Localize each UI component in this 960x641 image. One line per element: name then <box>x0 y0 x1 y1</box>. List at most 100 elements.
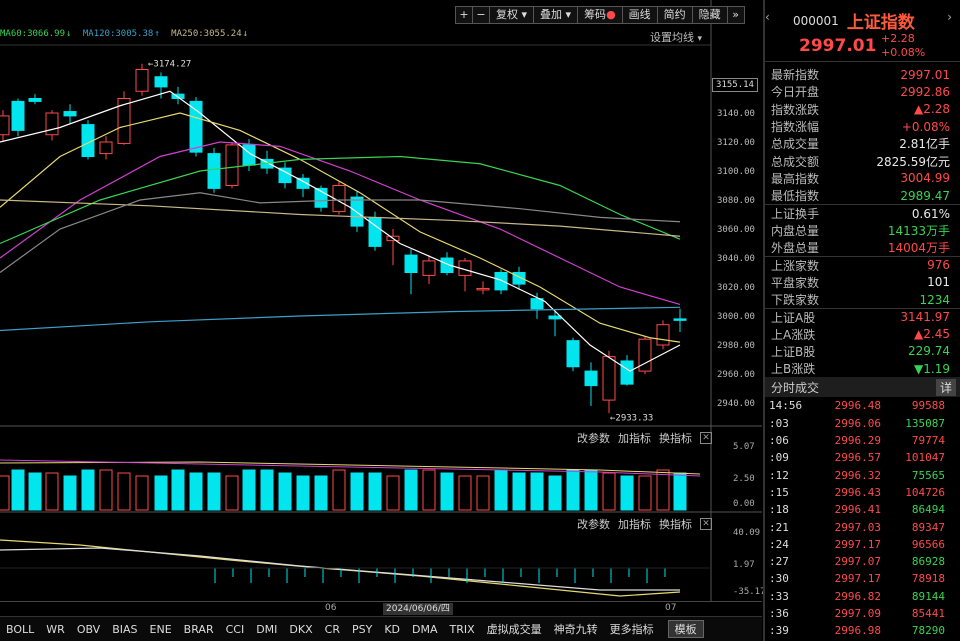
trade-time: :27 <box>769 555 789 569</box>
info-value: 2989.47 <box>900 188 950 203</box>
yincang-button[interactable]: 隐藏 <box>691 6 728 24</box>
indicator-tab[interactable]: DKX <box>283 623 318 636</box>
candle-body <box>207 153 221 189</box>
volume-bar <box>422 469 436 511</box>
indicator-tab[interactable]: OBV <box>71 623 106 636</box>
indicator-tab[interactable]: WR <box>40 623 71 636</box>
trades-detail-button[interactable]: 详 <box>935 378 956 396</box>
volume-bar <box>81 469 95 511</box>
zoom-out-button[interactable]: − <box>472 6 490 24</box>
info-value: 2825.59亿元 <box>876 154 950 169</box>
diejia-button[interactable]: 叠加 ▾ <box>533 6 579 24</box>
trade-time: :21 <box>769 520 789 534</box>
quote-info-row: 最低指数 2989.47 <box>765 187 960 204</box>
volume-add-indicator-button[interactable]: 加指标 <box>618 430 651 446</box>
indicator-tab[interactable]: DMI <box>250 623 283 636</box>
indicator-tab[interactable]: 虚拟成交量 <box>481 621 548 637</box>
jianyue-button[interactable]: 简约 <box>656 6 693 24</box>
trade-price: 2996.32 <box>834 468 881 482</box>
trade-row: :39 2996.98 78290 <box>765 622 960 639</box>
caret-down-icon: ▾ <box>518 8 528 21</box>
trade-vol: 101047 <box>905 451 945 465</box>
trade-price: 2996.82 <box>834 589 881 603</box>
chevron-right-icon[interactable]: › <box>947 10 952 24</box>
macd-scale-bottom: -35.17 <box>733 587 766 597</box>
chouma-label: 筹码 <box>584 8 607 21</box>
chevron-left-icon[interactable]: ‹ <box>765 10 770 24</box>
indicator-tab[interactable]: PSY <box>346 623 378 636</box>
indicator-tab[interactable]: BRAR <box>178 623 220 636</box>
current-price-marker: 3155.14 <box>712 78 758 92</box>
macd-add-indicator-button[interactable]: 加指标 <box>618 516 651 532</box>
macd-change-params-button[interactable]: 改参数 <box>577 516 610 532</box>
candle-body <box>638 338 652 372</box>
info-label: 上证A股 <box>771 310 816 325</box>
indicator-tab-bar: BOLL WR OBV BIAS ENE BRAR CCI DMI DKX CR PSY KD DMA T… <box>0 616 762 641</box>
huaxian-button[interactable]: 画线 <box>621 6 658 24</box>
indicator-tab[interactable]: 模板 <box>667 620 704 638</box>
indicator-tab[interactable]: 神奇九转 <box>548 621 604 637</box>
trades-header: 分时成交 详 <box>765 377 960 398</box>
candle-body <box>45 112 59 136</box>
indicator-tab[interactable]: CR <box>319 623 346 636</box>
kline-chart-area[interactable]: ←3174.27 ←2933.33 + − 复权 ▾ 叠加 ▾ 筹码● 画线 简约… <box>0 0 766 641</box>
indicator-tab[interactable]: BOLL <box>0 623 40 636</box>
chouma-button[interactable]: 筹码● <box>577 6 623 24</box>
info-label: 平盘家数 <box>771 275 820 290</box>
volume-bar <box>225 475 239 511</box>
date-tick: 07 <box>665 603 677 613</box>
info-value: 3141.97 <box>900 310 950 325</box>
trade-row: :03 2996.06 135087 <box>765 415 960 432</box>
price-change: +2.28 +0.08% <box>881 32 925 60</box>
chart-toolbar: + − 复权 ▾ 叠加 ▾ 筹码● 画线 简约 隐藏 » <box>455 6 745 24</box>
close-icon[interactable]: ✕ <box>700 518 712 530</box>
volume-switch-indicator-button[interactable]: 换指标 <box>659 430 692 446</box>
volume-bar <box>530 472 544 511</box>
indicator-tab[interactable]: 更多指标 <box>604 621 660 637</box>
info-value: 2.81亿手 <box>899 137 950 152</box>
trade-vol: 89347 <box>911 520 945 534</box>
volume-bar <box>242 469 256 511</box>
trades-list[interactable]: 14:56 2996.48 99588:03 2996.06 135087:06 2996… <box>765 397 960 639</box>
info-value: 2997.01 <box>900 67 950 82</box>
trade-price: 2997.17 <box>834 537 881 551</box>
info-value: 0.61% <box>911 206 950 221</box>
indicator-tab[interactable]: ENE <box>144 623 178 636</box>
trade-price: 2997.17 <box>834 572 881 586</box>
trade-time: :15 <box>769 485 789 499</box>
info-label: 内盘总量 <box>771 223 820 238</box>
trade-row: :15 2996.43 104726 <box>765 484 960 501</box>
candle-body <box>620 360 634 385</box>
ma-settings-button[interactable]: 设置均线 ▾ <box>650 29 702 45</box>
macd-switch-indicator-button[interactable]: 换指标 <box>659 516 692 532</box>
indicator-tab[interactable]: TRIX <box>444 623 481 636</box>
ma60-value: MA60:3066.99 <box>0 29 66 39</box>
trade-row: 14:56 2996.48 99588 <box>765 397 960 414</box>
volume-bar <box>673 472 687 511</box>
volume-change-params-button[interactable]: 改参数 <box>577 430 610 446</box>
indicator-tab[interactable]: CCI <box>220 623 251 636</box>
indicator-tab[interactable]: DMA <box>406 623 444 636</box>
trade-price: 2996.41 <box>834 503 881 517</box>
trade-vol: 135087 <box>905 416 945 430</box>
volume-bar <box>638 475 652 511</box>
info-value: ▲2.28 <box>914 102 950 117</box>
high-price-marker: ←3174.27 <box>148 59 191 69</box>
quote-info-row: 上证换手 0.61% <box>765 204 960 221</box>
candle-body <box>584 370 598 387</box>
volume-bar <box>566 469 580 511</box>
trade-time: :30 <box>769 572 789 586</box>
expand-icon[interactable]: » <box>726 6 745 24</box>
indicator-tab[interactable]: BIAS <box>106 623 143 636</box>
ma250-value: MA250:3055.24 <box>171 29 242 39</box>
quote-info-row: 下跌家数 1234 <box>765 291 960 308</box>
trade-row: :36 2997.09 85441 <box>765 605 960 622</box>
close-icon[interactable]: ✕ <box>700 432 712 444</box>
zoom-in-button[interactable]: + <box>455 6 473 24</box>
indicator-tab[interactable]: KD <box>378 623 406 636</box>
fuquan-button[interactable]: 复权 ▾ <box>489 6 535 24</box>
info-value: 229.74 <box>908 344 950 359</box>
trade-price: 2997.07 <box>834 555 881 569</box>
volume-bar <box>45 472 59 511</box>
quote-info-row: 上证A股 3141.97 <box>765 308 960 325</box>
